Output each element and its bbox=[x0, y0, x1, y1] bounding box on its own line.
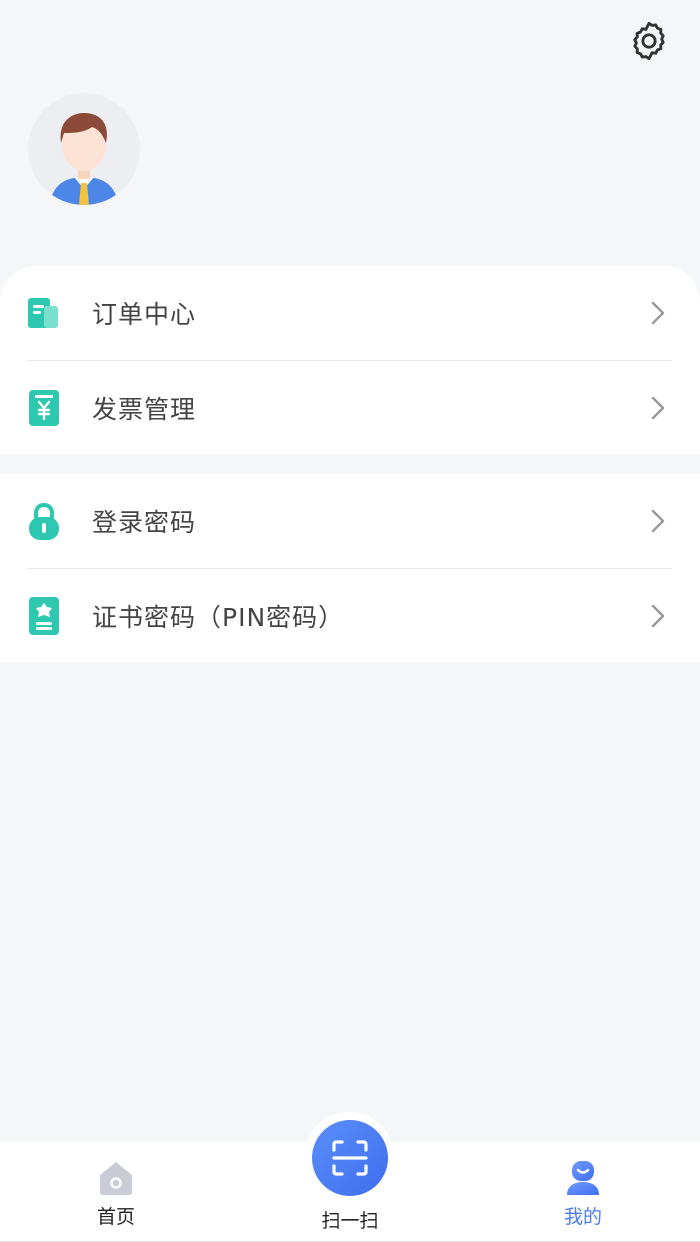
scan-label: 扫一扫 bbox=[321, 1210, 379, 1232]
menu-item-label: 证书密码（PIN密码） bbox=[92, 603, 345, 632]
scan-icon bbox=[332, 1140, 368, 1176]
menu-item-label: 登录密码 bbox=[92, 508, 197, 537]
chevron-right-icon bbox=[651, 396, 665, 420]
menu-item-certificate-password[interactable]: 证书密码（PIN密码） bbox=[0, 569, 700, 663]
lock-icon bbox=[28, 502, 60, 540]
home-icon bbox=[100, 1162, 132, 1195]
tab-mine-label: 我的 bbox=[563, 1206, 602, 1228]
certificate-icon bbox=[28, 597, 60, 635]
chevron-right-icon bbox=[651, 509, 665, 533]
avatar[interactable] bbox=[28, 93, 140, 205]
tab-home[interactable]: 首页 bbox=[36, 1142, 196, 1242]
menu-card-security: 登录密码 证书密码（PIN密码） bbox=[0, 474, 700, 662]
chevron-right-icon bbox=[651, 301, 665, 325]
menu-item-label: 发票管理 bbox=[92, 395, 197, 424]
scan-button[interactable] bbox=[312, 1120, 388, 1196]
menu-item-login-password[interactable]: 登录密码 bbox=[0, 474, 700, 568]
tab-home-label: 首页 bbox=[96, 1206, 135, 1228]
user-avatar-icon bbox=[50, 113, 118, 205]
menu-item-invoices[interactable]: 发票管理 bbox=[0, 361, 700, 455]
invoice-icon bbox=[28, 390, 60, 426]
menu-card-orders: 订单中心 发票管理 bbox=[0, 266, 700, 454]
order-icon bbox=[28, 295, 60, 331]
settings-button[interactable] bbox=[624, 16, 674, 66]
menu-item-label: 订单中心 bbox=[92, 300, 197, 329]
profile-page: 订单中心 发票管理 登录密码 证书密码（PIN密码） 首页 我的 扫一扫 bbox=[0, 0, 700, 1242]
tab-mine[interactable]: 我的 bbox=[503, 1142, 663, 1242]
chevron-right-icon bbox=[651, 604, 665, 628]
user-tab-icon bbox=[567, 1161, 599, 1195]
gear-icon bbox=[633, 21, 665, 61]
menu-item-orders[interactable]: 订单中心 bbox=[0, 266, 700, 360]
